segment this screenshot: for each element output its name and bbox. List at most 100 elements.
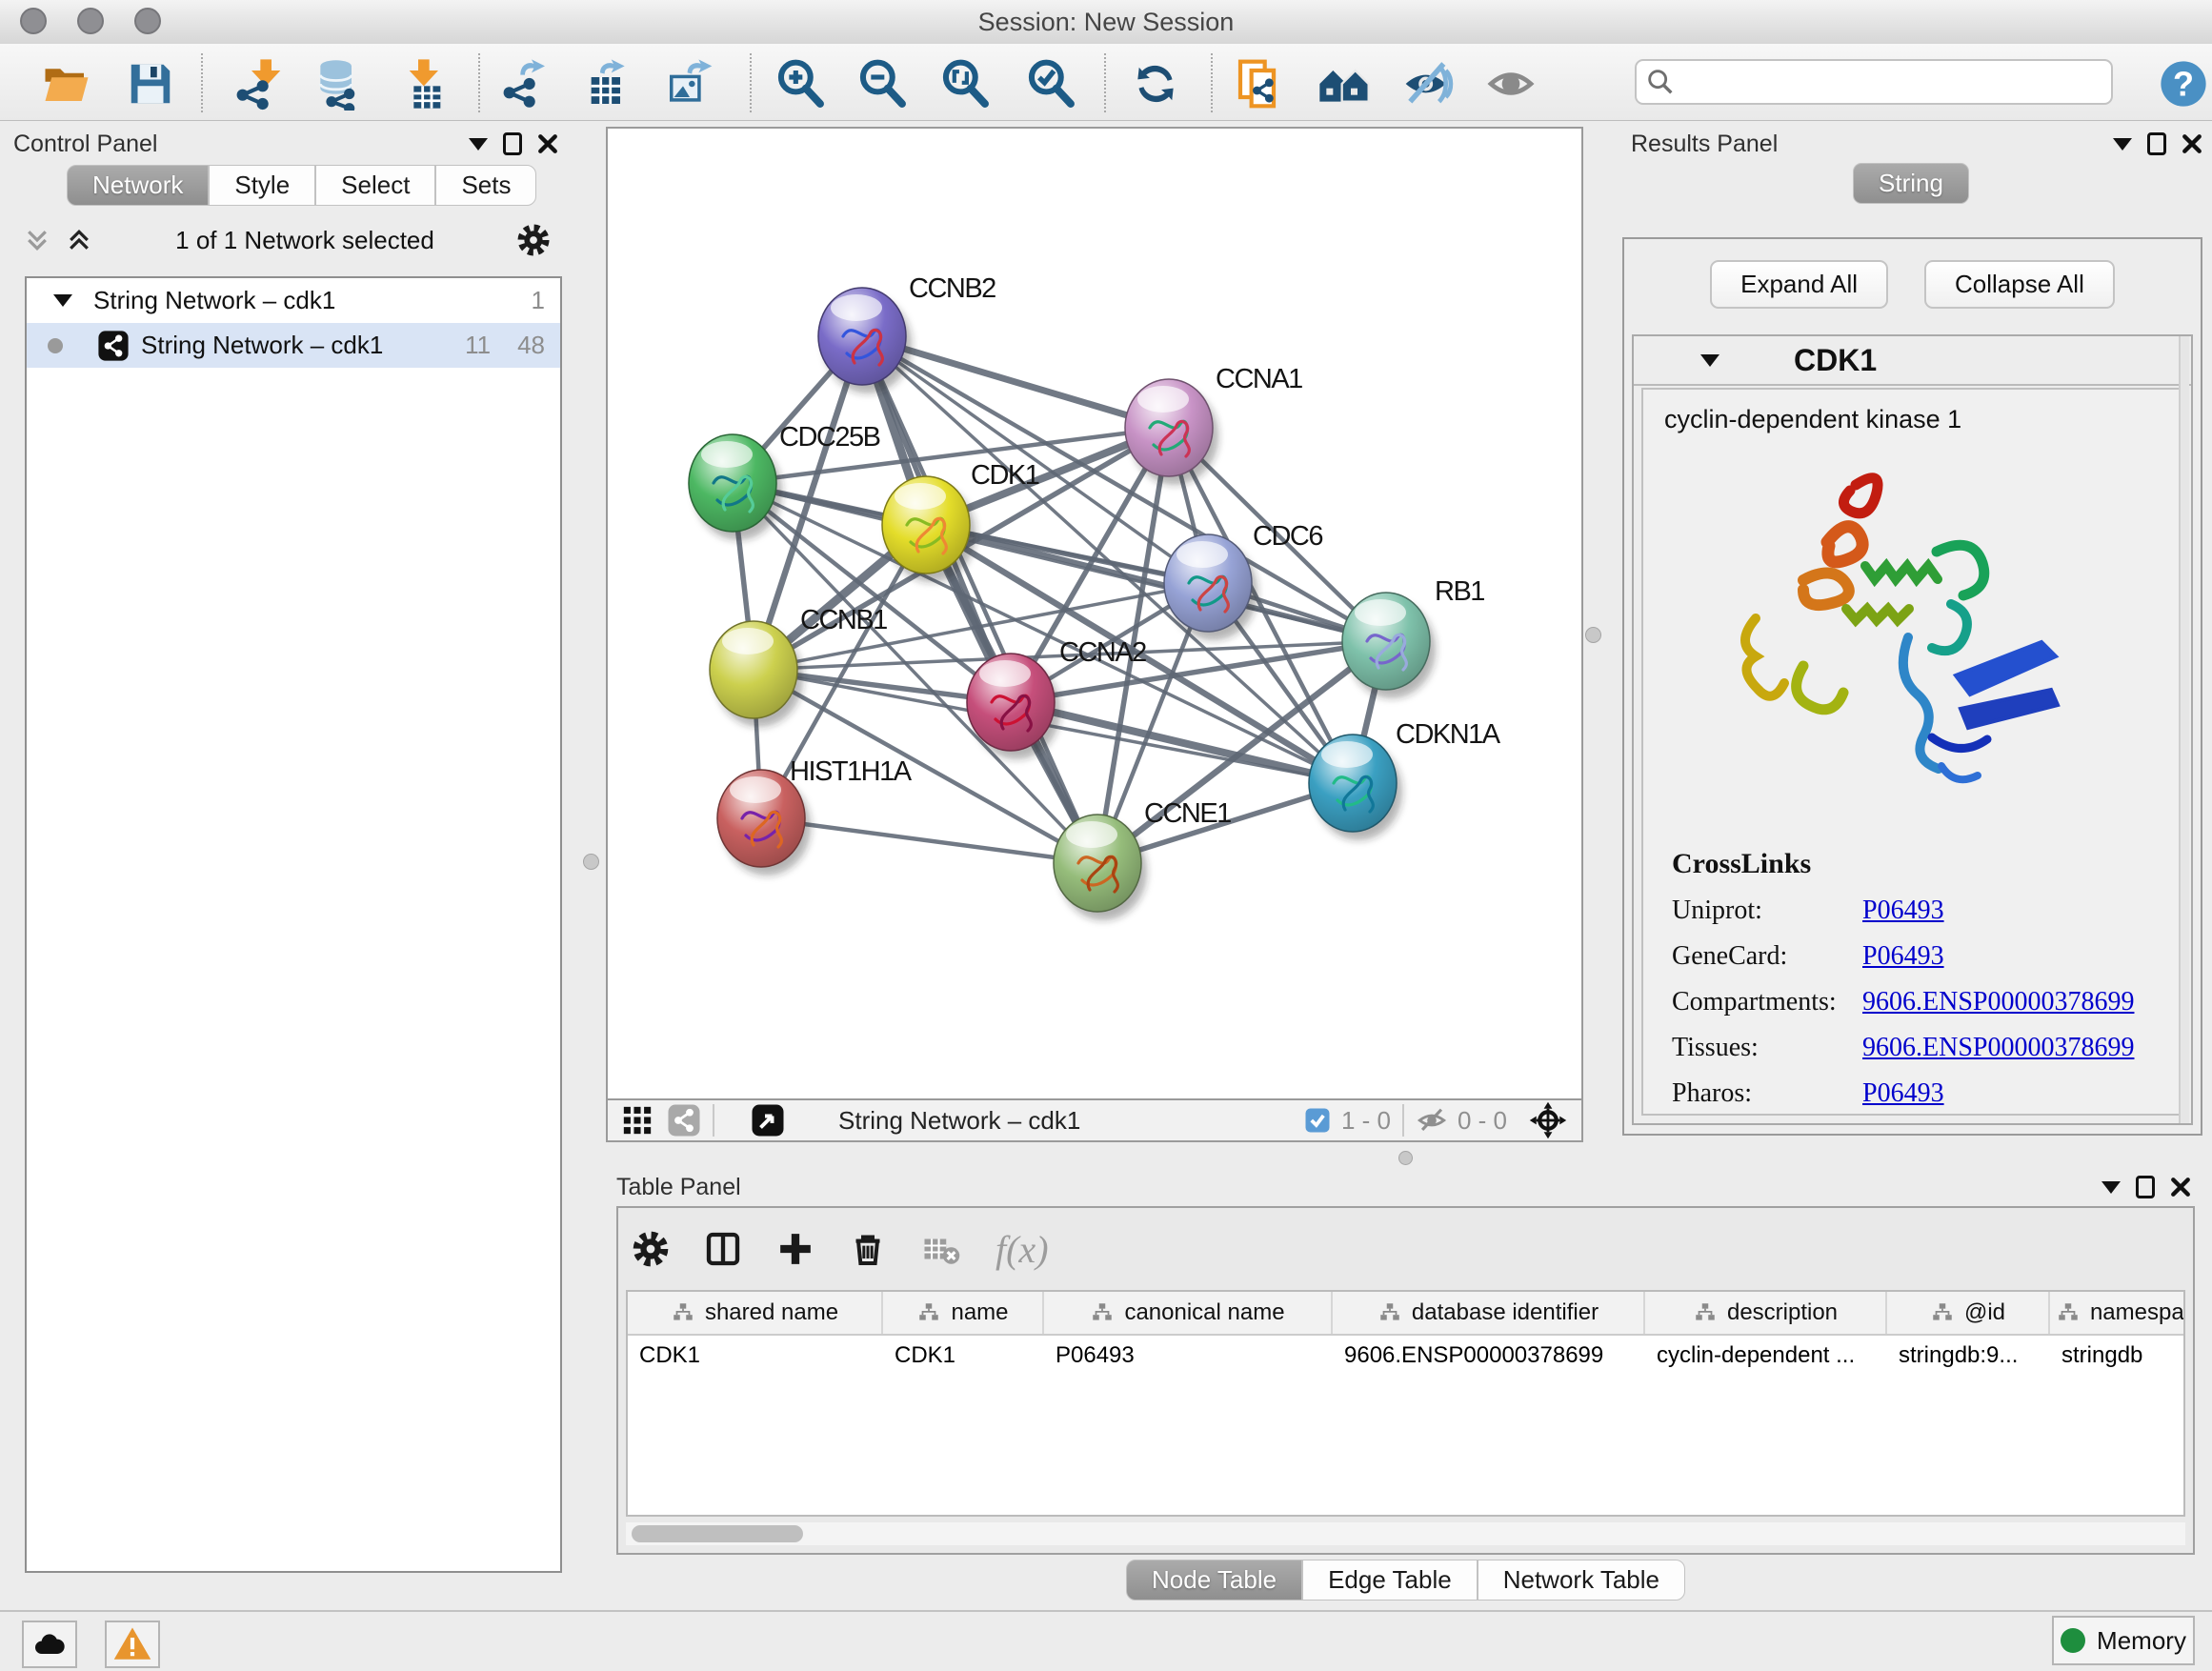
gear-icon[interactable] [516,223,551,257]
left-splitter-handle[interactable] [583,854,599,870]
hidden-eye-slash-icon[interactable] [1416,1104,1448,1137]
grid-view-icon[interactable] [621,1104,654,1137]
network-node-CCNA1[interactable] [1125,379,1218,485]
show-all-button[interactable] [1484,57,1538,111]
warning-status-button[interactable] [105,1621,160,1668]
column-header-description[interactable]: description [1645,1292,1887,1334]
zoom-in-button[interactable] [774,57,827,111]
network-canvas[interactable]: CCNB2CCNA1CDC25BCDK1CDC6RB1CCNB1CCNA2CDK… [606,127,1583,1100]
table-gear-icon[interactable] [632,1230,670,1268]
float-panel-icon[interactable] [2147,132,2166,155]
tab-style[interactable]: Style [209,165,315,206]
tree-disclosure-icon[interactable] [53,294,72,307]
collapse-panel-icon[interactable] [2101,1181,2121,1194]
pan-crosshair-icon[interactable] [1528,1100,1568,1140]
close-panel-icon[interactable] [537,133,558,154]
export-table-button[interactable] [580,57,633,111]
table-cell[interactable]: stringdb:9... [1887,1336,2050,1376]
expand-all-icon[interactable] [65,226,93,254]
results-scrollbar[interactable] [2179,336,2189,1123]
node-result-header[interactable]: CDK1 [1634,336,2191,386]
crosslink-link[interactable]: P06493 [1862,941,1944,972]
delete-column-icon[interactable] [849,1230,887,1268]
zoom-selected-button[interactable] [1024,57,1077,111]
collapse-panel-icon[interactable] [469,138,488,151]
function-builder-icon[interactable]: f(x) [995,1227,1049,1272]
network-node-CDKN1A[interactable] [1309,735,1402,840]
warning-icon [112,1624,152,1664]
table-hscrollbar-thumb[interactable] [632,1525,803,1542]
import-network-button[interactable] [231,57,285,111]
zoom-fit-button[interactable] [938,57,992,111]
zoom-out-button[interactable] [855,57,909,111]
table-cell[interactable]: CDK1 [628,1336,883,1376]
show-columns-icon[interactable] [704,1230,742,1268]
birds-eye-view-icon[interactable] [751,1103,785,1137]
apply-layout-button[interactable] [1129,57,1182,111]
network-tree-root-row[interactable]: String Network – cdk1 1 [27,278,560,323]
float-panel-icon[interactable] [2136,1176,2155,1198]
tab-edge-table[interactable]: Edge Table [1302,1560,1478,1601]
table-hscrollbar[interactable] [626,1522,2185,1545]
import-network-from-database-button[interactable] [312,57,365,111]
float-panel-icon[interactable] [503,132,522,155]
expand-all-button[interactable]: Expand All [1710,260,1888,309]
column-header-shared-name[interactable]: shared name [628,1292,883,1334]
table-row[interactable]: CDK1CDK1P064939606.ENSP00000378699cyclin… [628,1336,2183,1376]
tab-string[interactable]: String [1853,163,1969,204]
collapse-all-button[interactable]: Collapse All [1924,260,2115,309]
entry-disclosure-icon[interactable] [1700,354,1719,367]
help-button[interactable]: ? [2157,57,2210,111]
tab-network[interactable]: Network [67,165,209,206]
column-header--id[interactable]: @id [1887,1292,2050,1334]
crosslink-link[interactable]: 9606.ENSP00000378699 [1862,987,2134,1017]
network-node-CCNE1[interactable] [1054,815,1147,920]
netbar-separator [1402,1104,1404,1137]
delete-table-icon[interactable] [921,1229,961,1269]
first-neighbors-button[interactable] [1317,57,1371,111]
network-node-CDK1[interactable] [882,476,975,582]
search-input[interactable] [1684,68,2111,96]
column-header-namespace[interactable]: namespace [2050,1292,2185,1334]
network-view-share-icon[interactable] [667,1103,701,1137]
export-image-button[interactable] [663,57,716,111]
hidden-count: 0 - 0 [1458,1106,1507,1136]
selected-checkbox-icon[interactable] [1303,1106,1332,1135]
table-cell[interactable]: cyclin-dependent ... [1645,1336,1887,1376]
import-table-button[interactable] [398,57,452,111]
hide-selected-button[interactable] [1401,57,1455,111]
clone-network-button[interactable] [1234,57,1287,111]
bottom-splitter-handle[interactable] [1398,1151,1413,1165]
network-node-RB1[interactable] [1342,593,1436,698]
tab-select[interactable]: Select [315,165,435,206]
cloud-status-button[interactable] [22,1621,77,1668]
network-node-CDC25B[interactable] [689,434,782,540]
column-header-name[interactable]: name [883,1292,1044,1334]
table-cell[interactable]: 9606.ENSP00000378699 [1333,1336,1645,1376]
crosslink-link[interactable]: P06493 [1862,1078,1944,1109]
add-column-icon[interactable] [776,1230,814,1268]
network-node-CCNB2[interactable] [818,288,912,393]
export-network-button[interactable] [498,57,552,111]
crosslink-link[interactable]: 9606.ENSP00000378699 [1862,1033,2134,1063]
table-cell[interactable]: stringdb [2050,1336,2185,1376]
table-cell[interactable]: P06493 [1044,1336,1333,1376]
right-splitter-handle[interactable] [1585,627,1601,643]
crosslink-link[interactable]: P06493 [1862,896,1944,926]
tab-network-table[interactable]: Network Table [1478,1560,1685,1601]
open-session-button[interactable] [40,57,93,111]
close-panel-icon[interactable] [2170,1177,2191,1198]
close-panel-icon[interactable] [2182,133,2202,154]
tab-sets[interactable]: Sets [435,165,536,206]
help-icon: ? [2158,58,2209,110]
network-tree-child-row[interactable]: String Network – cdk1 11 48 [27,323,560,368]
tab-node-table[interactable]: Node Table [1126,1560,1302,1601]
column-header-database-identifier[interactable]: database identifier [1333,1292,1645,1334]
collapse-panel-icon[interactable] [2113,138,2132,151]
table-cell[interactable]: CDK1 [883,1336,1044,1376]
save-session-button[interactable] [124,57,177,111]
column-header-canonical-name[interactable]: canonical name [1044,1292,1333,1334]
network-edge-HIST1H1A-CCNE1[interactable] [761,818,1097,863]
memory-button[interactable]: Memory [2052,1616,2195,1665]
collapse-all-icon[interactable] [23,226,51,254]
